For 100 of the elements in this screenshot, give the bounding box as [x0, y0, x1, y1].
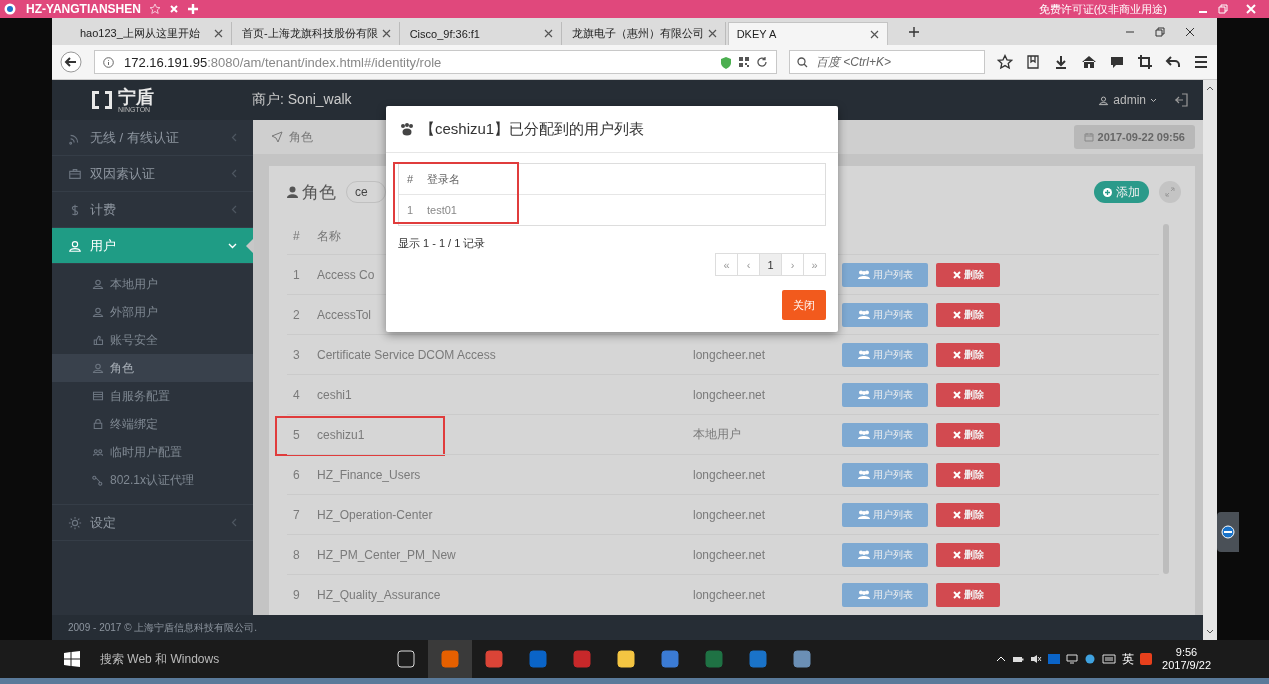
user-icon [68, 238, 82, 253]
logo-icon [90, 89, 114, 111]
bookmarks-icon[interactable] [1025, 54, 1041, 70]
sidebar-subitem[interactable]: 外部用户 [52, 298, 253, 326]
info-icon [103, 56, 114, 68]
scrollbar[interactable] [1163, 224, 1169, 574]
speaker-muted-icon[interactable] [1030, 654, 1043, 664]
delete-button[interactable]: 删除 [936, 302, 1000, 327]
table-cell: test01 [427, 204, 457, 216]
delete-button[interactable]: 删除 [936, 462, 1000, 487]
close-icon[interactable] [869, 29, 879, 39]
user-list-button[interactable]: 用户列表 [842, 502, 928, 527]
page-button[interactable]: ‹ [737, 253, 760, 276]
delete-button[interactable]: 删除 [936, 582, 1000, 607]
taskbar-search-field[interactable]: 搜索 Web 和 Windows [100, 650, 370, 668]
sidebar-subitem[interactable]: 本地用户 [52, 270, 253, 298]
crop-icon[interactable] [1137, 54, 1153, 70]
row-number: 5 [293, 427, 300, 442]
column-header: 登录名 [427, 171, 460, 187]
user-list-button[interactable]: 用户列表 [842, 302, 928, 327]
input-language[interactable]: 英 [1122, 650, 1135, 668]
close-icon [952, 310, 961, 319]
windows-logo-icon[interactable] [64, 651, 80, 667]
user-list-button[interactable]: 用户列表 [842, 262, 928, 287]
menu-icon[interactable] [1193, 54, 1209, 70]
table-cell: longcheer.net [693, 387, 766, 402]
table-cell: Access Co [317, 267, 375, 282]
search-field[interactable]: ce [346, 181, 386, 203]
close-icon [952, 470, 961, 479]
users-icon [857, 550, 870, 559]
back-icon[interactable] [60, 51, 82, 73]
users-icon [857, 310, 870, 319]
task-view-icon[interactable] [396, 649, 416, 669]
close-icon [952, 430, 961, 439]
home-icon[interactable] [1081, 54, 1097, 70]
sidebar-subitem[interactable]: 终端绑定 [52, 410, 253, 438]
logout-icon[interactable] [1173, 92, 1189, 108]
search-field[interactable]: 百度 <Ctrl+K> [789, 50, 985, 74]
user-list-button[interactable]: 用户列表 [842, 462, 928, 487]
scroll-down-icon[interactable] [1206, 629, 1214, 634]
briefcase-icon [68, 166, 82, 181]
reload-icon[interactable] [756, 56, 768, 68]
user-icon [287, 186, 298, 198]
chat-icon[interactable] [1109, 54, 1125, 70]
qr-code-icon[interactable] [738, 56, 750, 68]
add-button[interactable]: 添加 [1094, 181, 1149, 203]
battery-icon[interactable] [1012, 654, 1025, 664]
page-button[interactable]: 1 [759, 253, 782, 276]
delete-button[interactable]: 删除 [936, 342, 1000, 367]
delete-button[interactable]: 删除 [936, 422, 1000, 447]
page-button[interactable]: › [781, 253, 804, 276]
user-list-button[interactable]: 用户列表 [842, 382, 928, 407]
page-button[interactable]: » [803, 253, 826, 276]
user-list-button[interactable]: 用户列表 [842, 582, 928, 607]
users-icon [857, 590, 870, 599]
address-field[interactable]: 172.16.191.95:8080/am/tenant/index.html#/identity/role [94, 50, 777, 74]
table-cell: Certificate Service DCOM Access [317, 347, 496, 362]
user-list-button[interactable]: 用户列表 [842, 542, 928, 567]
close-icon[interactable] [381, 29, 391, 38]
link-icon [92, 474, 104, 486]
close-icon[interactable] [543, 29, 553, 38]
close-icon[interactable] [214, 29, 223, 38]
sidebar-subitem[interactable]: 802.1x认证代理 [52, 466, 253, 494]
network-icon[interactable] [1066, 654, 1079, 664]
keyboard-icon[interactable] [1102, 654, 1117, 664]
chevron-up-icon[interactable] [996, 656, 1007, 662]
close-icon[interactable] [707, 29, 717, 38]
sidebar-subitem[interactable]: 临时用户配置 [52, 438, 253, 466]
sidebar-subitem[interactable]: 角色 [52, 354, 253, 382]
delete-button[interactable]: 删除 [936, 502, 1000, 527]
navigation-arrow-icon [271, 131, 283, 143]
table-cell: longcheer.net [693, 507, 766, 522]
close-icon[interactable] [1185, 26, 1195, 37]
undo-icon[interactable] [1165, 54, 1181, 70]
chevron-left-icon [231, 169, 237, 178]
delete-button[interactable]: 删除 [936, 262, 1000, 287]
new-tab-icon[interactable] [907, 25, 920, 38]
user-menu[interactable]: admin [1098, 93, 1157, 107]
plus-icon[interactable] [186, 3, 199, 15]
license-text: 免费许可证(仅非商业用途) [1038, 1, 1167, 17]
user-list-button[interactable]: 用户列表 [842, 422, 928, 447]
scroll-up-icon[interactable] [1206, 86, 1214, 91]
page-button[interactable]: « [715, 253, 738, 276]
star-icon[interactable] [997, 54, 1013, 70]
side-handle[interactable] [1217, 512, 1239, 552]
delete-button[interactable]: 删除 [936, 382, 1000, 407]
sidebar-subitem[interactable]: 自服务配置 [52, 382, 253, 410]
download-icon[interactable] [1053, 54, 1069, 70]
browser-tab[interactable]: DKEY A [727, 22, 888, 45]
delete-button[interactable]: 删除 [936, 542, 1000, 567]
hand-icon [92, 334, 104, 346]
clock[interactable]: 9:56 2017/9/22 [1162, 645, 1211, 673]
close-button[interactable]: 关闭 [782, 290, 826, 320]
sidebar-item[interactable]: 用户 [52, 228, 253, 264]
table-cell: longcheer.net [693, 587, 766, 602]
restore-icon[interactable] [1155, 26, 1165, 37]
scrollbar[interactable] [1203, 80, 1217, 640]
sidebar-subitem[interactable]: 账号安全 [52, 326, 253, 354]
user-list-button[interactable]: 用户列表 [842, 342, 928, 367]
lock-icon [92, 418, 104, 430]
